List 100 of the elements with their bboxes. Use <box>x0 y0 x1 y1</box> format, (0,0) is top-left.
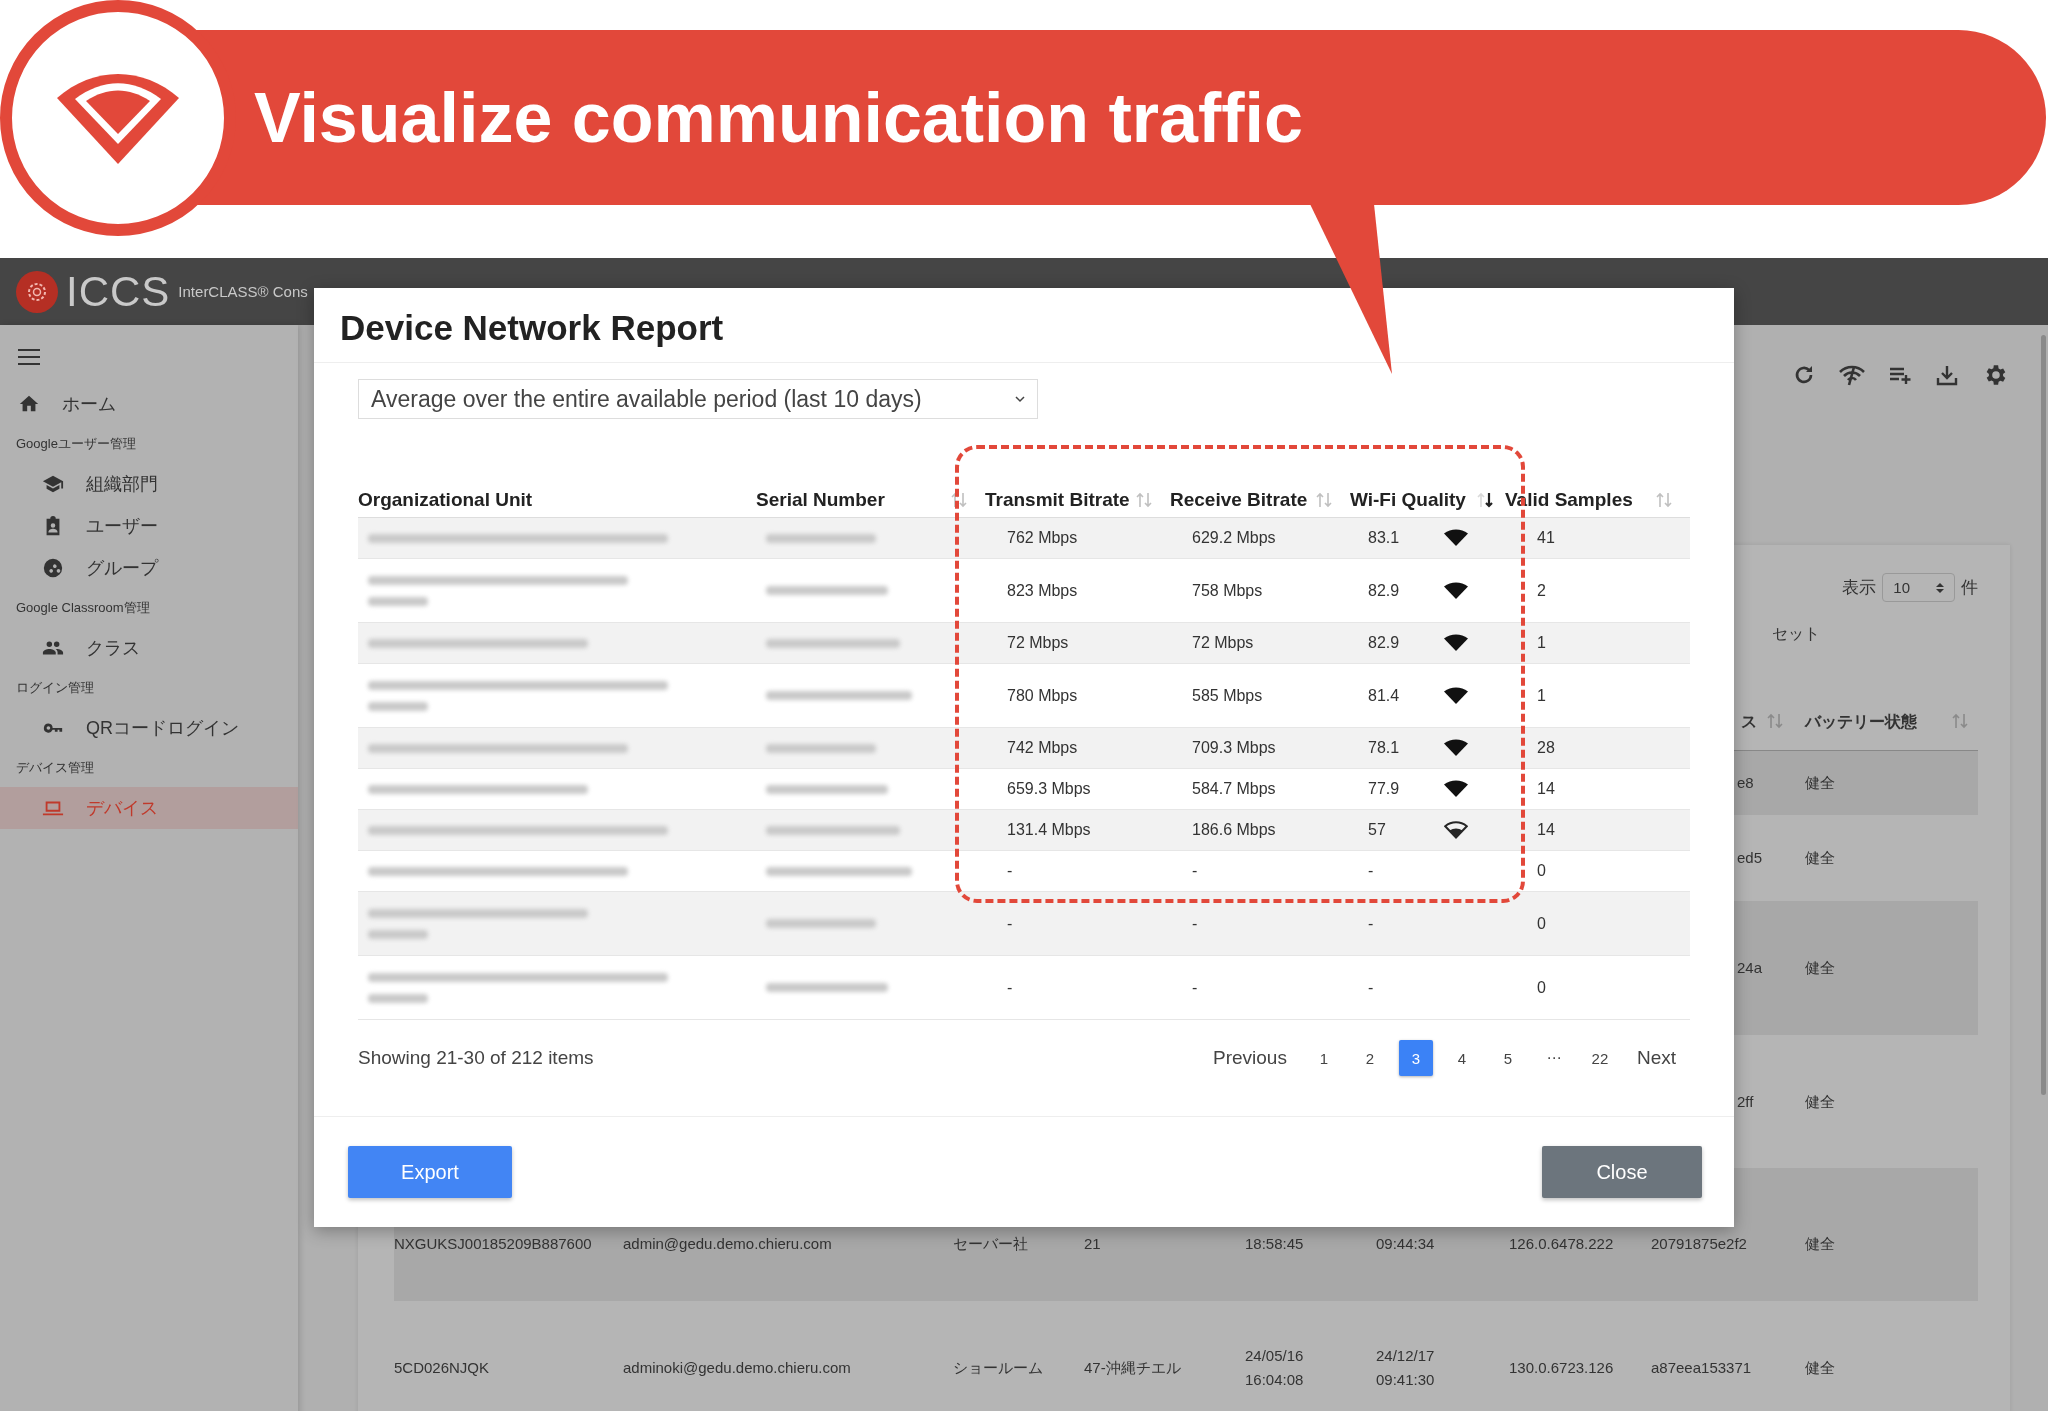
table-cell: 健全 <box>1805 1092 1835 1110</box>
previous-link[interactable]: Previous <box>1199 1047 1301 1069</box>
sidebar-item[interactable]: クラス <box>0 627 298 669</box>
table-cell: 14 <box>1537 780 1555 797</box>
table-cell: 14 <box>1537 821 1555 838</box>
table-cell: 健全 <box>1805 1234 1835 1252</box>
table-cell: 126.0.6478.222 <box>1509 1234 1614 1252</box>
blurred-text <box>368 993 428 1003</box>
sidebar-item[interactable]: ユーザー <box>0 505 298 547</box>
table-cell-text: - <box>1368 914 1375 933</box>
table-cell: 1 <box>1537 686 1546 704</box>
group-icon <box>42 557 64 579</box>
table-cell: 0 <box>1537 914 1546 932</box>
table-cell-text: 78.1 <box>1368 739 1401 757</box>
sidebar-section-heading: Googleユーザー管理 <box>15 435 137 453</box>
table-cell: ed5 <box>1737 849 1763 867</box>
sidebar-item[interactable]: グループ <box>0 547 298 589</box>
table-cell: ショールーム <box>953 1358 1043 1376</box>
next-link[interactable]: Next <box>1622 1047 1690 1069</box>
sort-icon[interactable] <box>1477 491 1493 509</box>
table-cell: e8 <box>1737 774 1754 792</box>
column-header[interactable]: バッテリー状態 <box>1805 711 1917 733</box>
sidebar-item[interactable]: ホーム <box>0 383 298 425</box>
page-link[interactable]: 3 <box>1398 1040 1433 1076</box>
product-name: InterCLASS® Cons <box>178 283 308 300</box>
table-cell-text: 83.1 <box>1368 529 1401 547</box>
table-cell: 20791875e2f2 <box>1651 1234 1747 1252</box>
table-cell: 186.6 Mbps <box>1192 821 1276 838</box>
page-size-unit: 件 <box>1961 577 1978 599</box>
table-cell: 健全 <box>1805 1358 1835 1376</box>
page-link[interactable]: 5 <box>1490 1040 1525 1076</box>
column-header[interactable]: Serial Number <box>756 489 885 511</box>
table-cell: - <box>1007 914 1013 932</box>
wifi-off-icon[interactable] <box>1839 363 1865 387</box>
table-cell: 28 <box>1537 739 1555 756</box>
table-cell: 21 <box>1084 1234 1101 1252</box>
column-header[interactable]: Receive Bitrate <box>1170 489 1308 511</box>
table-cell: 72 Mbps <box>1192 634 1254 651</box>
column-header[interactable]: ス <box>1741 711 1757 733</box>
scrollbar[interactable] <box>2041 335 2046 1095</box>
reset-link[interactable]: セット <box>1772 625 1820 642</box>
table-cell: 47-沖縄チエル <box>1084 1358 1181 1376</box>
table-cell: adminoki@gedu.demo.chieru.com <box>623 1358 851 1376</box>
table-cell-text: 57 <box>1368 821 1387 839</box>
table-cell: 2 <box>1537 581 1546 599</box>
page-size-label: 表示 <box>1842 577 1877 599</box>
table-cell: 24/05/16 16:04:08 <box>1245 1347 1304 1388</box>
table-cell: 131.4 Mbps <box>1007 821 1091 838</box>
page-link[interactable]: 22 <box>1582 1040 1617 1076</box>
table-cell: 742 Mbps <box>1007 739 1078 756</box>
chevron-down-icon <box>1015 395 1025 403</box>
table-cell: 1 <box>1537 634 1546 651</box>
table-cell-text: 77.9 <box>1368 780 1401 798</box>
table-cell: 758 Mbps <box>1192 581 1263 599</box>
pagination-summary: Showing 21-30 of 212 items <box>358 1047 594 1069</box>
table-cell: 0 <box>1537 862 1546 879</box>
sidebar-section-heading: デバイス管理 <box>15 759 95 777</box>
table-cell: - <box>1192 862 1198 879</box>
gear-logo-icon <box>16 270 58 313</box>
table-cell: 24/12/17 09:41:30 <box>1376 1347 1435 1388</box>
graduation-cap-icon <box>42 473 64 495</box>
sidebar-section-heading: Google Classroom管理 <box>15 599 151 617</box>
sidebar-item[interactable]: 組織部門 <box>0 463 298 505</box>
table-cell: - <box>1007 978 1013 996</box>
page-link[interactable]: 2 <box>1352 1040 1387 1076</box>
table-cell: 09:44:34 <box>1376 1234 1435 1252</box>
table-cell: 72 Mbps <box>1007 634 1069 651</box>
sidebar-section-heading: ログイン管理 <box>15 679 95 697</box>
page-link[interactable]: ⋯ <box>1536 1040 1571 1076</box>
table-cell: 5CD026NJQK <box>394 1358 490 1376</box>
column-header: Organizational Unit <box>358 489 533 511</box>
page-link[interactable]: 1 <box>1306 1040 1341 1076</box>
table-cell: セーバー社 <box>953 1234 1028 1252</box>
table-cell: 659.3 Mbps <box>1007 780 1091 797</box>
table-cell: - <box>1192 914 1198 932</box>
table-cell: - <box>1007 862 1013 879</box>
table-cell: 41 <box>1537 529 1555 546</box>
column-header[interactable]: Wi-Fi Quality <box>1350 489 1466 511</box>
table-cell: a87eea153371 <box>1651 1358 1752 1376</box>
app-logo-text: ICCS <box>66 267 171 316</box>
table-cell: 健全 <box>1805 849 1835 867</box>
blurred-text <box>368 596 428 606</box>
blurred-text <box>368 929 428 939</box>
page-link[interactable]: 4 <box>1444 1040 1479 1076</box>
period-select[interactable]: Average over the entire available period (last 10 days) <box>358 379 1038 419</box>
updown-caret-icon <box>1936 581 1944 594</box>
menu-icon[interactable] <box>18 349 40 365</box>
export-button[interactable]: Export <box>348 1146 512 1198</box>
download-icon[interactable] <box>1935 363 1959 387</box>
table-cell: 2ff <box>1737 1092 1754 1110</box>
banner-title: Visualize communication traffic <box>254 77 1303 158</box>
table-cell-text: - <box>1368 862 1375 880</box>
close-button[interactable]: Close <box>1542 1146 1702 1198</box>
page-size-select[interactable]: 10 <box>1882 573 1955 602</box>
sidebar-item[interactable]: QRコードログイン <box>0 707 298 749</box>
table-cell: - <box>1192 978 1198 996</box>
table-cell: 健全 <box>1805 774 1835 792</box>
column-header[interactable]: Transmit Bitrate <box>985 489 1130 511</box>
table-cell-text: 81.4 <box>1368 686 1401 705</box>
table-cell: 584.7 Mbps <box>1192 780 1276 797</box>
